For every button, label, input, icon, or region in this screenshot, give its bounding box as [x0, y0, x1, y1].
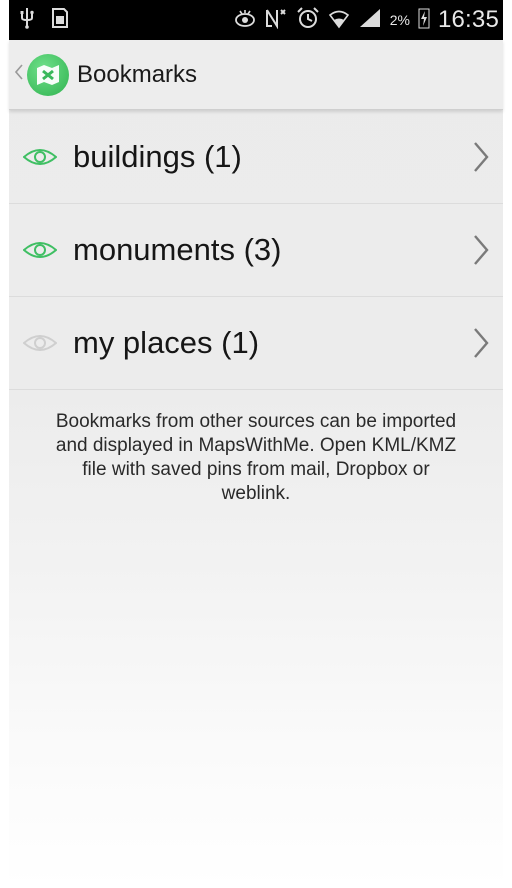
page-title: Bookmarks: [77, 60, 198, 88]
chevron-right-icon: [474, 235, 489, 265]
sd-card-icon: [51, 7, 69, 33]
screen: 2% 16:35 Bookmarks buildings (1) monumen…: [0, 0, 512, 888]
nfc-icon: [264, 7, 288, 34]
battery-charging-icon: [418, 7, 430, 34]
status-bar: 2% 16:35: [9, 0, 503, 40]
wifi-icon: [328, 7, 350, 34]
bookmark-set-label: monuments (3): [73, 232, 282, 267]
battery-percent: 2%: [389, 12, 410, 28]
bookmark-set-list: buildings (1) monuments (3) my places (1…: [9, 111, 503, 390]
bookmark-set-monuments[interactable]: monuments (3): [9, 204, 503, 297]
app-window: 2% 16:35 Bookmarks buildings (1) monumen…: [9, 0, 503, 888]
chevron-right-icon: [474, 328, 489, 358]
visibility-eye-icon[interactable]: [23, 240, 57, 260]
chevron-right-icon: [474, 142, 489, 172]
bookmark-set-label: buildings (1): [73, 139, 242, 174]
bookmark-set-my-places[interactable]: my places (1): [9, 297, 503, 390]
bookmark-set-label: my places (1): [73, 325, 260, 360]
visibility-eye-icon[interactable]: [23, 333, 57, 353]
alarm-icon: [296, 6, 320, 35]
mapswithme-icon: [27, 53, 69, 96]
visibility-eye-icon[interactable]: [23, 147, 57, 167]
eye-smart-stay-icon: [234, 8, 256, 33]
action-bar: Bookmarks: [9, 40, 503, 110]
status-time: 16:35: [437, 6, 499, 33]
import-info-text: Bookmarks from other sources can be impo…: [55, 411, 457, 504]
signal-icon: [358, 7, 382, 34]
bookmark-set-buildings[interactable]: buildings (1): [9, 111, 503, 204]
back-chevron-icon: [9, 63, 25, 86]
usb-icon: [19, 7, 35, 33]
home-up-button[interactable]: [9, 53, 69, 96]
